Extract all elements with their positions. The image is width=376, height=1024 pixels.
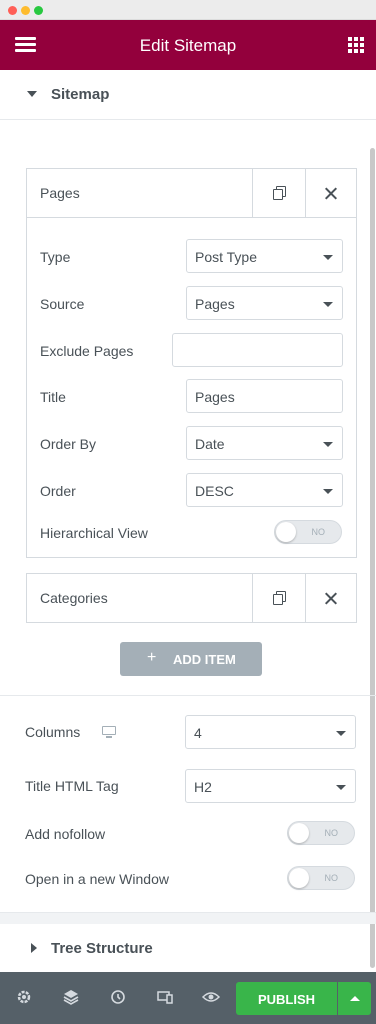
order-by-select[interactable]: Date (186, 426, 343, 460)
repeater-item-categories: Categories (26, 573, 357, 623)
order-by-label: Order By (40, 436, 97, 452)
columns-value: 4 (194, 725, 202, 741)
eye-icon (201, 992, 221, 1002)
exclude-pages-label: Exclude Pages (40, 343, 134, 359)
title-value: Pages (195, 389, 235, 405)
close-window-dot[interactable] (8, 6, 17, 15)
apps-grid-icon[interactable] (348, 37, 364, 53)
minimize-window-dot[interactable] (21, 6, 30, 15)
maximize-window-dot[interactable] (34, 6, 43, 15)
caret-up-icon (350, 996, 360, 1001)
caret-down-icon (323, 302, 333, 307)
title-html-tag-select[interactable]: H2 (185, 769, 356, 803)
caret-down-icon (323, 489, 333, 494)
caret-down-icon (323, 442, 333, 447)
close-icon (325, 187, 338, 200)
divider (0, 695, 376, 696)
caret-down-icon (27, 91, 37, 97)
source-label: Source (40, 296, 85, 312)
add-item-button[interactable]: + ADD ITEM (120, 642, 262, 676)
type-value: Post Type (195, 249, 258, 265)
title-input[interactable]: Pages (186, 379, 343, 413)
repeater-item-header[interactable]: Pages (27, 169, 356, 217)
panel-title: Edit Sitemap (139, 36, 237, 55)
toggle-knob (289, 823, 309, 843)
order-select[interactable]: DESC (186, 473, 343, 507)
order-label: Order (40, 483, 76, 499)
add-nofollow-toggle[interactable]: NO (287, 821, 355, 845)
gear-icon (17, 990, 31, 1004)
toggle-state: NO (324, 873, 339, 883)
source-value: Pages (195, 296, 235, 312)
panel-footer: PUBLISH (0, 972, 376, 1024)
type-label: Type (40, 249, 71, 265)
panel-header: Edit Sitemap (0, 20, 376, 70)
toggle-state: NO (324, 828, 339, 838)
title-html-tag-value: H2 (194, 779, 212, 795)
open-new-window-label: Open in a new Window (25, 871, 169, 887)
publish-options-button[interactable] (338, 982, 371, 1015)
hierarchical-view-toggle[interactable]: NO (274, 520, 342, 544)
layers-icon (63, 990, 79, 1005)
columns-label: Columns (25, 724, 81, 740)
caret-down-icon (336, 731, 346, 736)
title-html-tag-label: Title HTML Tag (25, 778, 119, 794)
history-icon (111, 990, 125, 1004)
history-button[interactable] (107, 986, 129, 1008)
columns-select[interactable]: 4 (185, 715, 356, 749)
preview-button[interactable] (200, 986, 222, 1008)
duplicate-button[interactable] (252, 169, 304, 217)
navigator-button[interactable] (60, 986, 82, 1008)
section-tree-structure-toggle[interactable]: Tree Structure (0, 940, 376, 958)
repeater-item-pages: Pages Type Post Type Source Pages Exclud… (26, 168, 357, 558)
repeater-item-body: Type Post Type Source Pages Exclude Page… (27, 217, 356, 544)
remove-button[interactable] (305, 169, 357, 217)
order-value: DESC (195, 483, 234, 499)
repeater-item-title: Categories (40, 590, 108, 606)
repeater-item-header[interactable]: Categories (27, 574, 356, 622)
duplicate-icon (273, 186, 286, 200)
close-icon (325, 592, 338, 605)
type-select[interactable]: Post Type (186, 239, 343, 273)
settings-button[interactable] (13, 986, 35, 1008)
exclude-pages-input[interactable] (172, 333, 343, 367)
divider (0, 119, 376, 120)
responsive-icon (157, 991, 173, 1004)
desktop-icon[interactable] (102, 726, 116, 738)
caret-down-icon (336, 785, 346, 790)
title-label: Title (40, 389, 66, 405)
caret-down-icon (323, 255, 333, 260)
plus-icon: + (147, 649, 157, 666)
scrollbar[interactable] (370, 148, 375, 968)
hierarchical-view-label: Hierarchical View (40, 525, 148, 541)
duplicate-button[interactable] (252, 574, 304, 622)
caret-right-icon (31, 943, 37, 953)
responsive-mode-button[interactable] (154, 986, 176, 1008)
toggle-state: NO (311, 527, 326, 537)
source-select[interactable]: Pages (186, 286, 343, 320)
open-new-window-toggle[interactable]: NO (287, 866, 355, 890)
add-nofollow-label: Add nofollow (25, 826, 106, 842)
duplicate-icon (273, 591, 286, 605)
add-item-label: ADD ITEM (173, 652, 236, 667)
section-sitemap-label: Sitemap (51, 86, 110, 103)
remove-button[interactable] (305, 574, 357, 622)
section-separator (0, 912, 376, 924)
order-by-value: Date (195, 436, 225, 452)
publish-button[interactable]: PUBLISH (236, 982, 337, 1015)
window-chrome (0, 0, 376, 20)
repeater-item-title: Pages (40, 185, 80, 201)
toggle-knob (289, 868, 309, 888)
toggle-knob (276, 522, 296, 542)
section-tree-structure-label: Tree Structure (51, 940, 153, 957)
section-sitemap-toggle[interactable]: Sitemap (0, 86, 376, 104)
